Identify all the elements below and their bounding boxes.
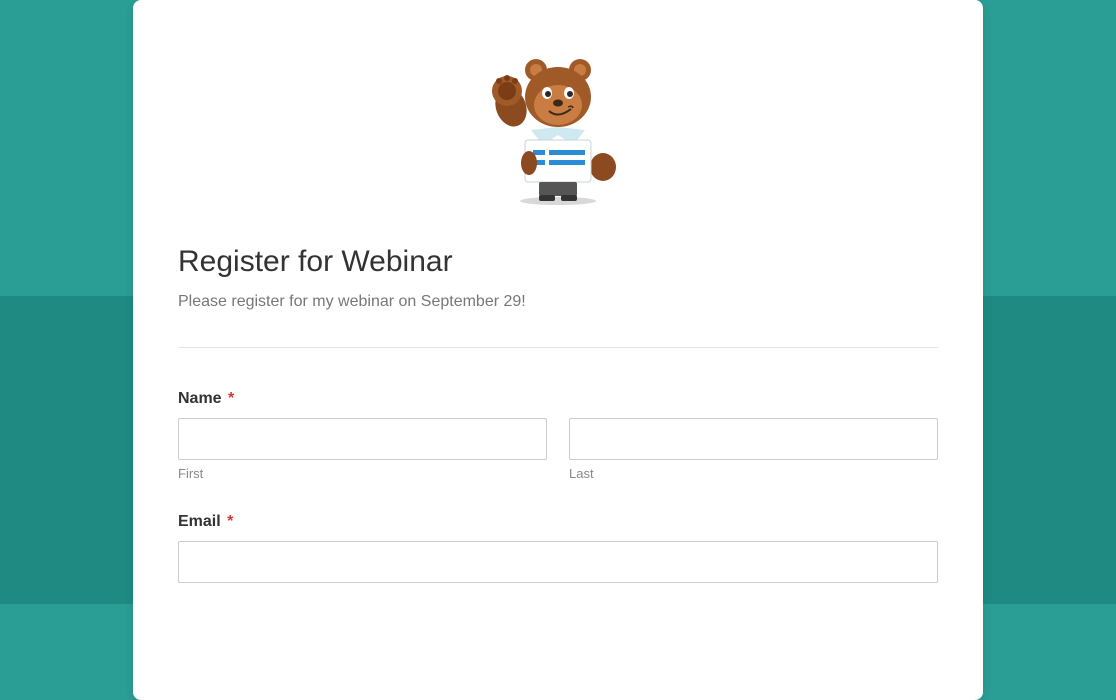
form-card: Register for Webinar Please register for… [133, 0, 983, 700]
name-field-group: Name * First Last [178, 390, 938, 481]
name-label-text: Name [178, 390, 222, 407]
bear-mascot-icon [481, 55, 636, 205]
mascot-container [178, 55, 938, 205]
email-required-marker: * [227, 513, 233, 530]
email-field-group: Email * [178, 513, 938, 583]
last-name-sublabel: Last [569, 466, 938, 481]
form-title: Register for Webinar [178, 245, 938, 279]
last-name-input[interactable] [569, 418, 938, 460]
first-name-input[interactable] [178, 418, 547, 460]
first-name-sublabel: First [178, 466, 547, 481]
email-label: Email * [178, 513, 938, 531]
divider [178, 347, 938, 348]
email-input[interactable] [178, 541, 938, 583]
name-label: Name * [178, 390, 938, 408]
form-description: Please register for my webinar on Septem… [178, 293, 938, 311]
email-label-text: Email [178, 513, 221, 530]
name-required-marker: * [228, 390, 234, 407]
